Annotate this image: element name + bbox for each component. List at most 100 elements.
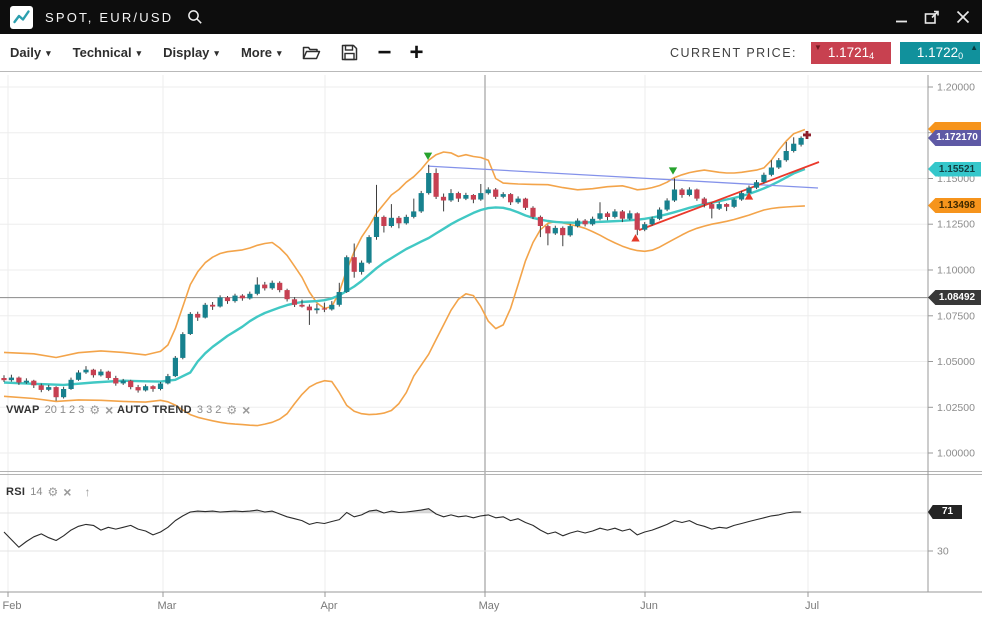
price-down-icon: ▼ — [814, 43, 822, 52]
remove-indicator-icon[interactable]: × — [242, 402, 250, 418]
popout-window-button[interactable] — [924, 10, 940, 25]
candle — [314, 308, 319, 310]
auto-trend-indicator-legend: AUTO TREND 3 3 2 ⚙ × — [117, 402, 250, 418]
candle — [799, 138, 804, 145]
candle — [165, 376, 170, 383]
y-axis-label: 1.07500 — [937, 310, 975, 322]
remove-indicator-icon[interactable]: × — [105, 402, 113, 418]
y-axis-label: 1.12500 — [937, 219, 975, 231]
app-logo-icon — [10, 6, 33, 29]
x-axis-label: May — [479, 600, 500, 612]
candle — [486, 190, 491, 194]
rsi-pane — [4, 509, 801, 548]
candle — [679, 190, 684, 196]
candle — [128, 381, 133, 387]
candle — [419, 193, 424, 211]
candle — [657, 210, 662, 219]
candle — [299, 305, 304, 307]
vwap-indicator-legend: VWAP 20 1 2 3 ⚙ × — [6, 402, 113, 418]
candle — [761, 175, 766, 182]
auto-trend-indicator-name: AUTO TREND — [117, 404, 192, 416]
candle — [478, 193, 483, 199]
window-title: SPOT, EUR/USD — [45, 10, 173, 25]
candle — [16, 378, 21, 383]
candle — [173, 358, 178, 376]
candle — [180, 334, 185, 358]
minimize-button[interactable] — [895, 11, 908, 24]
technical-menu[interactable]: Technical ▾ — [73, 45, 142, 60]
title-bar: SPOT, EUR/USD — [0, 0, 982, 34]
y-axis-label: 1.15000 — [937, 173, 975, 185]
more-menu-label: More — [241, 45, 272, 60]
technical-menu-label: Technical — [73, 45, 132, 60]
y-axis-label: 1.05000 — [937, 356, 975, 368]
candle — [270, 283, 275, 289]
zoom-in-button[interactable]: + — [410, 43, 424, 63]
candle — [381, 217, 386, 226]
candle — [530, 208, 535, 217]
candle — [724, 204, 729, 207]
candle — [560, 228, 565, 235]
remove-indicator-icon[interactable]: × — [63, 484, 71, 500]
candle — [434, 173, 439, 197]
candle — [597, 213, 602, 219]
candle — [389, 218, 394, 226]
x-axis-label: Mar — [158, 600, 177, 612]
candle — [568, 226, 573, 235]
candle — [709, 204, 714, 209]
candle — [702, 199, 707, 205]
candle — [605, 213, 610, 217]
ask-price-badge: 1.17220 ▲ — [900, 42, 980, 64]
candle — [687, 190, 692, 196]
search-icon[interactable] — [187, 9, 203, 25]
chart-toolbar: Daily ▾ Technical ▾ Display ▾ More ▾ − +… — [0, 34, 982, 72]
move-pane-up-icon[interactable]: ↑ — [84, 485, 90, 499]
timeframe-menu[interactable]: Daily ▾ — [10, 45, 51, 60]
candle — [404, 217, 409, 223]
candle — [91, 370, 96, 376]
candle — [210, 305, 215, 307]
gear-icon[interactable]: ⚙ — [48, 485, 59, 499]
candle — [463, 195, 468, 199]
candle — [240, 296, 245, 299]
candle — [583, 221, 588, 225]
candle — [98, 372, 103, 376]
candle — [158, 384, 163, 390]
rsi-indicator-params: 14 — [30, 486, 42, 498]
y-axis-label: 1.20000 — [937, 82, 975, 94]
x-axis-label: Feb — [3, 600, 22, 612]
candle — [136, 387, 141, 390]
candle — [776, 160, 781, 167]
display-menu[interactable]: Display ▾ — [163, 45, 219, 60]
candle — [83, 370, 88, 373]
candle — [322, 308, 327, 309]
candle — [121, 381, 126, 384]
chart-canvas[interactable]: 1.000001.025001.050001.075001.100001.125… — [0, 0, 982, 617]
candle — [739, 193, 744, 199]
zoom-out-button[interactable]: − — [378, 43, 392, 63]
candle — [1, 378, 6, 380]
current-price-label: CURRENT PRICE: — [670, 46, 797, 60]
candle — [359, 263, 364, 272]
candle — [493, 190, 498, 197]
rsi-line — [4, 509, 801, 548]
open-folder-icon[interactable] — [302, 45, 321, 61]
candle — [717, 204, 722, 209]
close-icon[interactable] — [956, 10, 970, 24]
candle — [106, 372, 111, 378]
candle — [791, 144, 796, 151]
gear-icon[interactable]: ⚙ — [89, 403, 100, 417]
candle — [650, 219, 655, 225]
current-price-group: CURRENT PRICE: ▼ 1.17214 1.17220 ▲ — [670, 42, 982, 64]
save-icon[interactable] — [341, 44, 358, 61]
candle — [694, 190, 699, 199]
y-axis-label: 1.02500 — [937, 402, 975, 414]
candle — [344, 257, 349, 292]
x-axis-label: Jun — [640, 600, 658, 612]
more-menu[interactable]: More ▾ — [241, 45, 282, 60]
candle — [612, 211, 617, 217]
candle — [374, 217, 379, 237]
upper-band-line — [4, 130, 805, 358]
timeframe-menu-label: Daily — [10, 45, 41, 60]
gear-icon[interactable]: ⚙ — [226, 403, 237, 417]
